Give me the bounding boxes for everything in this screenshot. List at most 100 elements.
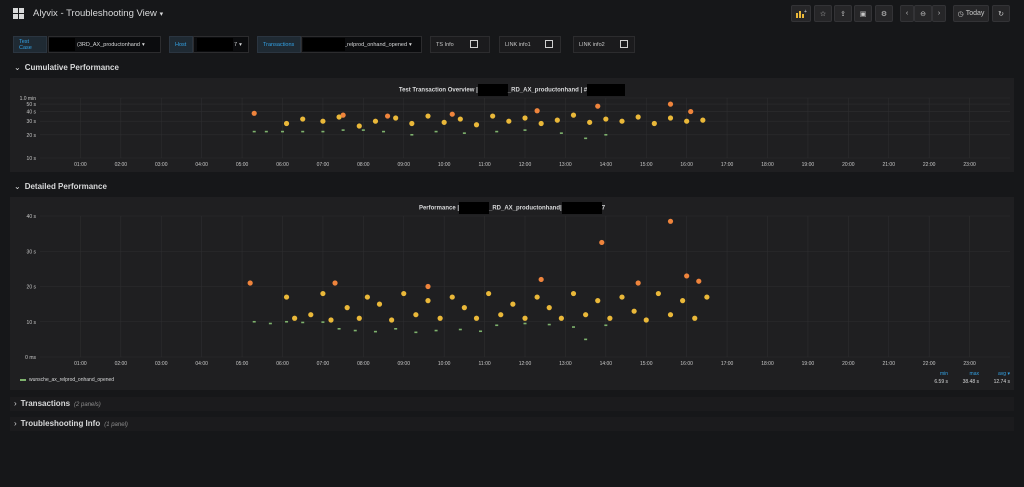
data-point [538, 276, 544, 283]
data-point [281, 130, 284, 133]
chevron-right-icon: › [937, 10, 941, 17]
y-tick-label: 50 s [27, 102, 37, 108]
row-cumulative-performance[interactable]: ⌄ Cumulative Performance [14, 63, 119, 72]
x-tick-label: 20:00 [842, 361, 855, 367]
dashboards-grid-icon[interactable] [13, 8, 24, 19]
x-tick-label: 15:00 [640, 361, 653, 367]
data-point [587, 119, 593, 125]
x-tick-label: 06:00 [276, 162, 289, 168]
data-point [389, 317, 395, 323]
data-point [384, 113, 391, 119]
data-point [546, 305, 552, 311]
row-troubleshooting-info[interactable]: › Troubleshooting Info (1 panel) [10, 417, 1014, 431]
chevron-right-icon: › [14, 399, 17, 408]
data-point [604, 324, 608, 327]
data-point [461, 305, 467, 311]
data-point [252, 320, 256, 323]
x-tick-label: 16:00 [680, 162, 693, 168]
caret-down-icon: ▾ [142, 41, 145, 48]
redacted-block [197, 38, 233, 51]
data-point [604, 133, 608, 136]
x-tick-label: 10:00 [438, 162, 451, 168]
data-point [332, 280, 338, 286]
x-tick-label: 05:00 [236, 162, 249, 168]
legend-item[interactable]: wunsche_ax_relprod_onhand_opened [20, 377, 114, 383]
data-point [607, 315, 613, 321]
y-tick-label: 10 s [27, 156, 37, 162]
zoom-out-icon: ⊖ [920, 10, 926, 18]
x-tick-label: 07:00 [317, 162, 330, 168]
data-point [554, 117, 560, 123]
data-point [425, 113, 431, 119]
data-point [498, 312, 504, 318]
data-point [382, 130, 386, 133]
data-point [283, 120, 290, 127]
x-tick-label: 19:00 [802, 162, 815, 168]
data-point [441, 119, 447, 125]
data-point [583, 312, 589, 318]
row-transactions[interactable]: › Transactions (2 panels) [10, 397, 1014, 411]
data-point [534, 108, 540, 114]
data-point [490, 113, 496, 119]
ts-info-label: TS Info [430, 36, 490, 53]
save-button[interactable]: ▣ [854, 5, 872, 22]
dashboard-title[interactable]: Alyvix - Troubleshooting View ▾ [33, 8, 163, 19]
x-tick-label: 21:00 [882, 162, 895, 168]
add-panel-button[interactable]: + [791, 5, 811, 22]
data-point [373, 330, 377, 333]
data-point [457, 116, 463, 122]
legend-min-header[interactable]: min [920, 371, 948, 377]
data-point [692, 315, 698, 321]
data-point [356, 315, 362, 321]
data-point [321, 321, 325, 323]
data-point [599, 239, 605, 246]
gear-icon: ⚙ [880, 10, 888, 18]
overview-panel: Test Transaction Overview | _RD_AX_produc… [10, 78, 1014, 172]
data-point [340, 112, 346, 118]
performance-panel: Performance | _RD_AX_productonhand| 7 0 ms… [10, 197, 1014, 390]
data-point [308, 312, 314, 318]
data-point [437, 315, 443, 321]
caret-down-icon: ▾ [409, 41, 412, 48]
data-point [353, 329, 357, 332]
data-point [523, 322, 527, 325]
legend-avg-value: 12.74 s [993, 379, 1010, 385]
star-button[interactable]: ☆ [814, 5, 832, 22]
data-point [538, 120, 544, 127]
host-select[interactable]: 7 ▾ [193, 36, 249, 53]
chevron-right-icon: › [14, 419, 17, 428]
chevron-left-icon: ‹ [905, 10, 909, 17]
legend-swatch [20, 379, 26, 381]
ts-info-checkbox[interactable] [470, 40, 478, 48]
data-point [495, 130, 499, 133]
transactions-select[interactable]: _relprod_onhand_opened ▾ [301, 36, 422, 53]
x-tick-label: 15:00 [640, 162, 653, 168]
data-point [393, 115, 399, 121]
time-forward-button[interactable]: › [932, 5, 946, 22]
x-tick-label: 18:00 [761, 361, 774, 367]
link-info2-checkbox[interactable] [620, 40, 628, 48]
legend-max-header[interactable]: max [951, 371, 979, 377]
share-button[interactable]: ⇪ [834, 5, 852, 22]
x-tick-label: 13:00 [559, 162, 572, 168]
data-point [264, 130, 268, 133]
template-variables-bar: Test Case (3 RD_AX_productonhand ▾ Host 7 ▾… [0, 36, 1024, 56]
legend-min-value: 6.59 s [934, 379, 948, 385]
star-icon: ☆ [819, 10, 827, 18]
data-point [292, 315, 298, 321]
data-point [344, 305, 350, 311]
time-picker-button[interactable]: ◷ Today [953, 5, 989, 22]
refresh-button[interactable]: ↻ [992, 5, 1010, 22]
link-info1-checkbox[interactable] [545, 40, 553, 48]
time-back-button[interactable]: ‹ [900, 5, 914, 22]
x-tick-label: 04:00 [195, 162, 208, 168]
data-point [684, 273, 690, 279]
test-case-select[interactable]: (3 RD_AX_productonhand ▾ [48, 36, 161, 53]
row-detailed-performance[interactable]: ⌄ Detailed Performance [14, 182, 107, 191]
zoom-out-button[interactable]: ⊖ [914, 5, 932, 22]
data-point [425, 298, 431, 304]
settings-button[interactable]: ⚙ [875, 5, 893, 22]
legend-avg-header[interactable]: avg ▾ [982, 371, 1010, 377]
data-point [595, 103, 601, 109]
data-point [434, 329, 438, 332]
